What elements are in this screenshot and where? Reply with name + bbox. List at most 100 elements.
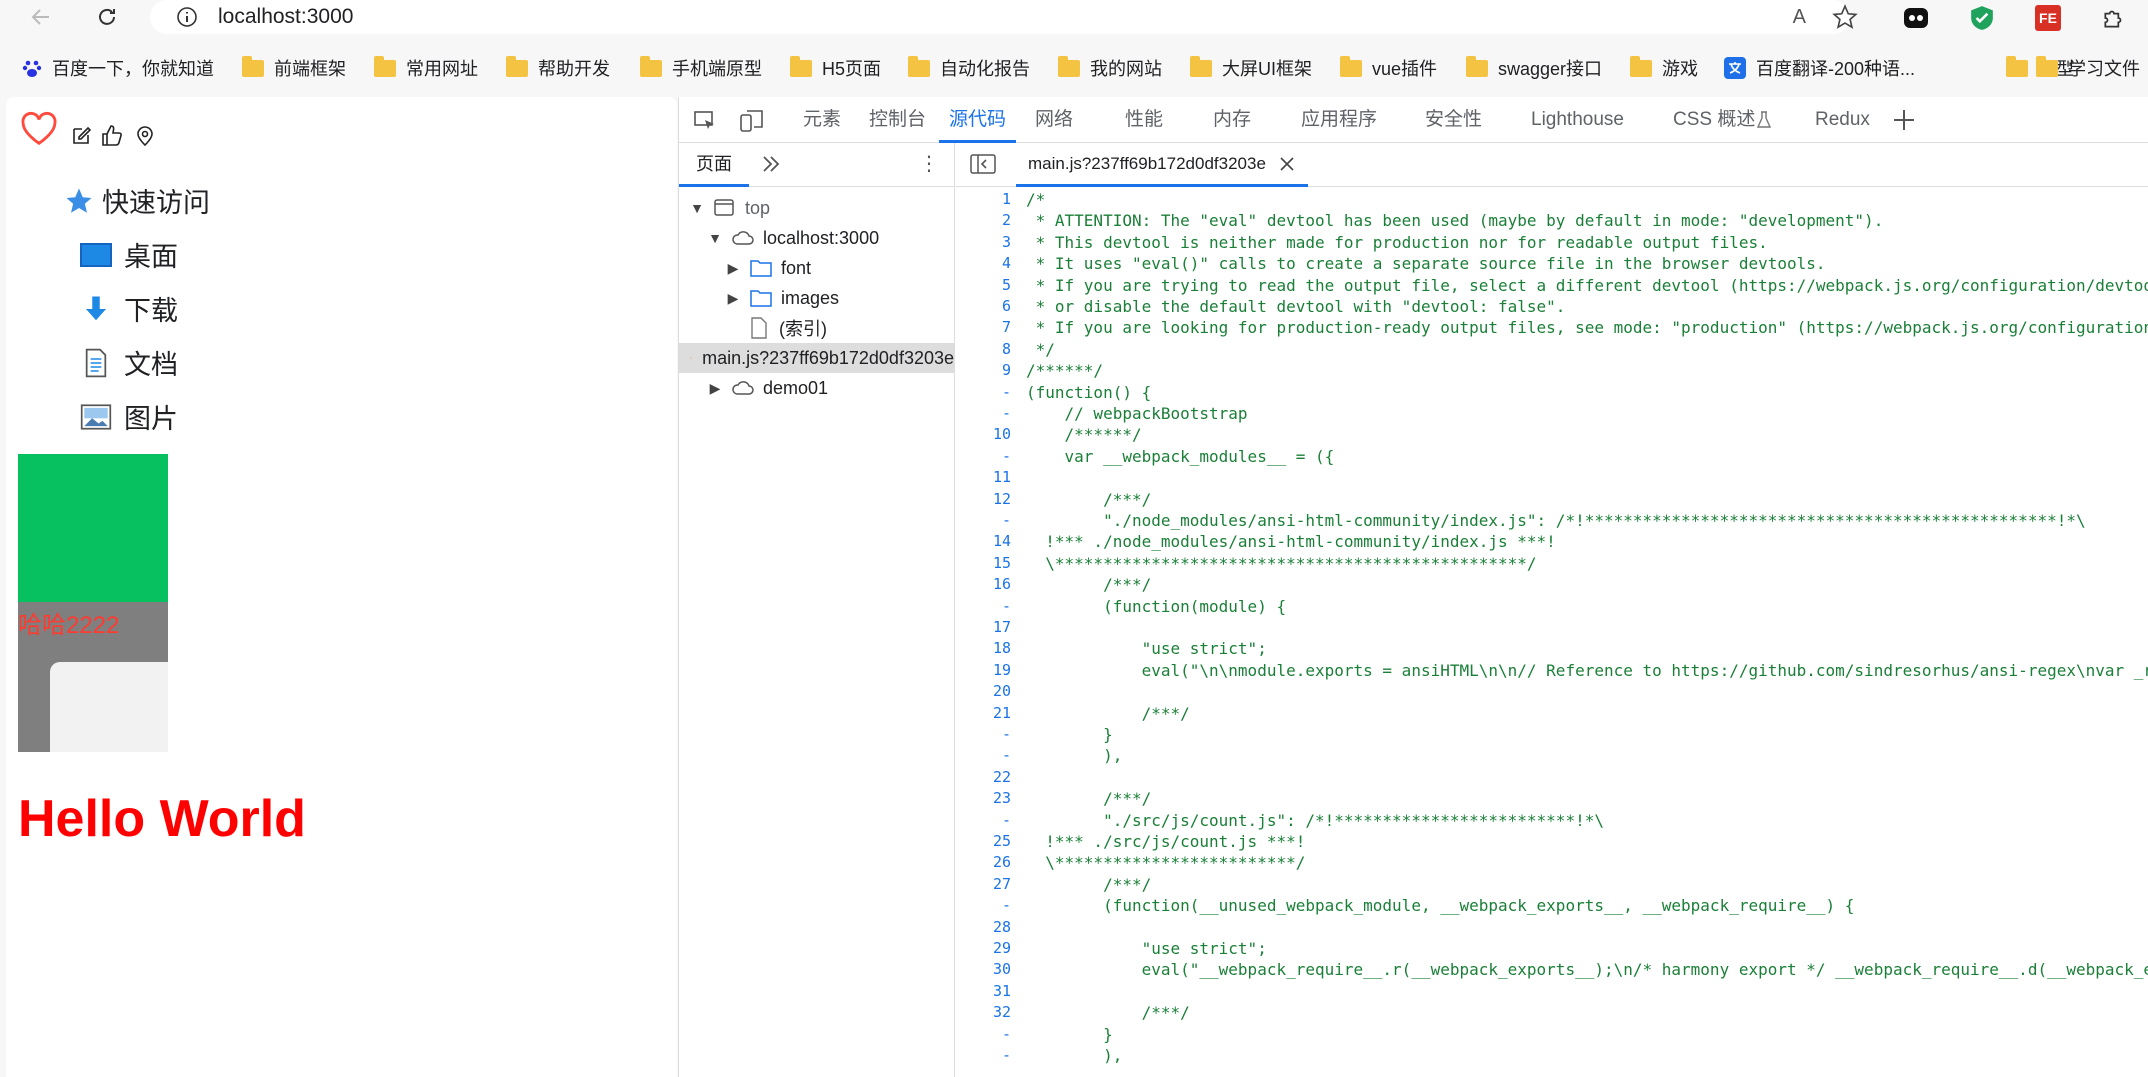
bookmark-folder[interactable]: 常用网址 xyxy=(374,50,478,86)
code-text[interactable]: /***/ xyxy=(1026,1002,1190,1023)
code-text[interactable]: * This devtool is neither made for produ… xyxy=(1026,232,1768,253)
code-line[interactable]: - (function() { xyxy=(956,382,2148,403)
line-number[interactable]: 9 xyxy=(956,360,1011,381)
code-text[interactable]: eval("__webpack_require__.r(__webpack_ex… xyxy=(1026,959,2148,980)
collapse-arrow-icon[interactable]: ▶ xyxy=(723,260,743,277)
line-number[interactable]: 11 xyxy=(956,467,1011,488)
bookmark-folder[interactable]: 学习文件 xyxy=(2036,50,2140,86)
bookmark-folder[interactable]: H5页面 xyxy=(790,50,881,86)
line-number[interactable]: 31 xyxy=(956,981,1011,1002)
code-line[interactable]: 18 "use strict"; xyxy=(956,638,2148,659)
tab-page[interactable]: 页面 xyxy=(679,143,749,187)
code-text[interactable]: (function() { xyxy=(1026,382,1151,403)
code-line[interactable]: - (function(module) { xyxy=(956,596,2148,617)
tab-css-overview[interactable]: CSS 概述 xyxy=(1673,97,1755,143)
editor-tab-main-js[interactable]: main.js?237ff69b172d0df3203e xyxy=(1016,143,1308,187)
code-text[interactable]: var __webpack_modules__ = ({ xyxy=(1026,446,1335,467)
line-number[interactable]: 10 xyxy=(956,424,1011,445)
code-line[interactable]: - ), xyxy=(956,745,2148,766)
code-text[interactable]: ), xyxy=(1026,745,1122,766)
line-number[interactable]: - xyxy=(956,724,1011,745)
tab-performance[interactable]: 性能 xyxy=(1125,97,1163,143)
code-line[interactable]: 10 /******/ xyxy=(956,424,2148,445)
code-line[interactable]: - "./node_modules/ansi-html-community/in… xyxy=(956,510,2148,531)
line-number[interactable]: - xyxy=(956,810,1011,831)
pictures-item[interactable]: 图片 xyxy=(80,397,178,436)
tab-application[interactable]: 应用程序 xyxy=(1301,97,1377,143)
tree-item-font[interactable]: ▶ font xyxy=(679,253,954,283)
code-text[interactable]: } xyxy=(1026,724,1113,745)
toggle-navigator-icon[interactable] xyxy=(970,153,996,180)
inspect-element-icon[interactable] xyxy=(693,109,717,138)
line-number[interactable]: 4 xyxy=(956,253,1011,274)
code-line[interactable]: 8 */ xyxy=(956,339,2148,360)
bookmark-folder[interactable]: 前端框架 xyxy=(242,50,346,86)
code-text[interactable]: /***/ xyxy=(1026,703,1190,724)
line-number[interactable]: 32 xyxy=(956,1002,1011,1023)
line-number[interactable]: 26 xyxy=(956,852,1011,873)
code-line[interactable]: 3 * This devtool is neither made for pro… xyxy=(956,232,2148,253)
line-number[interactable]: 14 xyxy=(956,531,1011,552)
line-number[interactable]: 21 xyxy=(956,703,1011,724)
tree-item-images[interactable]: ▶ images xyxy=(679,283,954,313)
code-text[interactable]: "./src/js/count.js": /*!****************… xyxy=(1026,810,1604,831)
code-line[interactable]: 22 xyxy=(956,767,2148,788)
code-line[interactable]: 2 * ATTENTION: The "eval" devtool has be… xyxy=(956,210,2148,231)
tab-console[interactable]: 控制台 xyxy=(869,97,926,143)
close-icon[interactable] xyxy=(1278,155,1296,173)
code-line[interactable]: 9 /******/ xyxy=(956,360,2148,381)
more-options-icon[interactable]: ⋮ xyxy=(919,153,939,177)
line-number[interactable]: 1 xyxy=(956,189,1011,210)
code-text[interactable]: /***/ xyxy=(1026,788,1151,809)
tree-item-top[interactable]: ▼ top xyxy=(679,193,954,223)
expand-arrow-icon[interactable]: ▼ xyxy=(705,230,725,246)
code-text[interactable]: /******/ xyxy=(1026,424,1142,445)
code-line[interactable]: 6 * or disable the default devtool with … xyxy=(956,296,2148,317)
code-text[interactable]: } xyxy=(1026,1024,1113,1045)
fe-extension-icon[interactable]: FE xyxy=(2034,4,2062,32)
code-line[interactable]: - ), xyxy=(956,1045,2148,1066)
code-line[interactable]: - var __webpack_modules__ = ({ xyxy=(956,446,2148,467)
line-number[interactable]: - xyxy=(956,1024,1011,1045)
favorite-star-icon[interactable] xyxy=(1830,2,1860,32)
bookmark-folder[interactable]: 手机端原型 xyxy=(640,50,762,86)
bookmark-baidu[interactable]: 百度一下，你就知道 xyxy=(22,50,214,86)
code-text[interactable]: * If you are trying to read the output f… xyxy=(1026,275,2148,296)
line-number[interactable]: 22 xyxy=(956,767,1011,788)
info-icon[interactable] xyxy=(176,6,198,28)
device-toolbar-icon[interactable] xyxy=(739,109,765,138)
code-text[interactable]: /***/ xyxy=(1026,874,1151,895)
line-number[interactable]: - xyxy=(956,403,1011,424)
add-tab-icon[interactable] xyxy=(1891,107,1917,138)
bookmark-folder[interactable]: 自动化报告 xyxy=(908,50,1030,86)
line-number[interactable]: 2 xyxy=(956,210,1011,231)
code-text[interactable]: !*** ./node_modules/ansi-html-community/… xyxy=(1026,531,1556,552)
line-number[interactable]: - xyxy=(956,510,1011,531)
code-line[interactable]: 20 xyxy=(956,681,2148,702)
line-number[interactable]: 3 xyxy=(956,232,1011,253)
line-number[interactable]: 30 xyxy=(956,959,1011,980)
line-number[interactable]: - xyxy=(956,382,1011,403)
line-number[interactable]: 16 xyxy=(956,574,1011,595)
tree-item-index[interactable]: (索引) xyxy=(679,313,954,343)
shield-extension-icon[interactable] xyxy=(1968,4,1996,32)
code-line[interactable]: 16 /***/ xyxy=(956,574,2148,595)
location-pin-icon[interactable] xyxy=(134,125,156,152)
line-number[interactable]: - xyxy=(956,1045,1011,1066)
code-line[interactable]: 28 xyxy=(956,917,2148,938)
code-text[interactable]: * If you are looking for production-read… xyxy=(1026,317,2148,338)
read-aloud-icon[interactable]: A xyxy=(1793,6,1806,29)
line-number[interactable]: 12 xyxy=(956,489,1011,510)
code-text[interactable]: /***/ xyxy=(1026,574,1151,595)
bookmark-folder[interactable]: 游戏 xyxy=(1630,50,1698,86)
code-text[interactable]: /******/ xyxy=(1026,360,1103,381)
line-number[interactable]: - xyxy=(956,596,1011,617)
code-line[interactable]: 11 xyxy=(956,467,2148,488)
code-text[interactable]: * or disable the default devtool with "d… xyxy=(1026,296,1566,317)
code-text[interactable]: */ xyxy=(1026,339,1055,360)
tab-security[interactable]: 安全性 xyxy=(1425,97,1482,143)
code-line[interactable]: 32 /***/ xyxy=(956,1002,2148,1023)
line-number[interactable]: - xyxy=(956,745,1011,766)
collapse-arrow-icon[interactable]: ▶ xyxy=(705,380,725,397)
tree-item-demo01[interactable]: ▶ demo01 xyxy=(679,373,954,403)
